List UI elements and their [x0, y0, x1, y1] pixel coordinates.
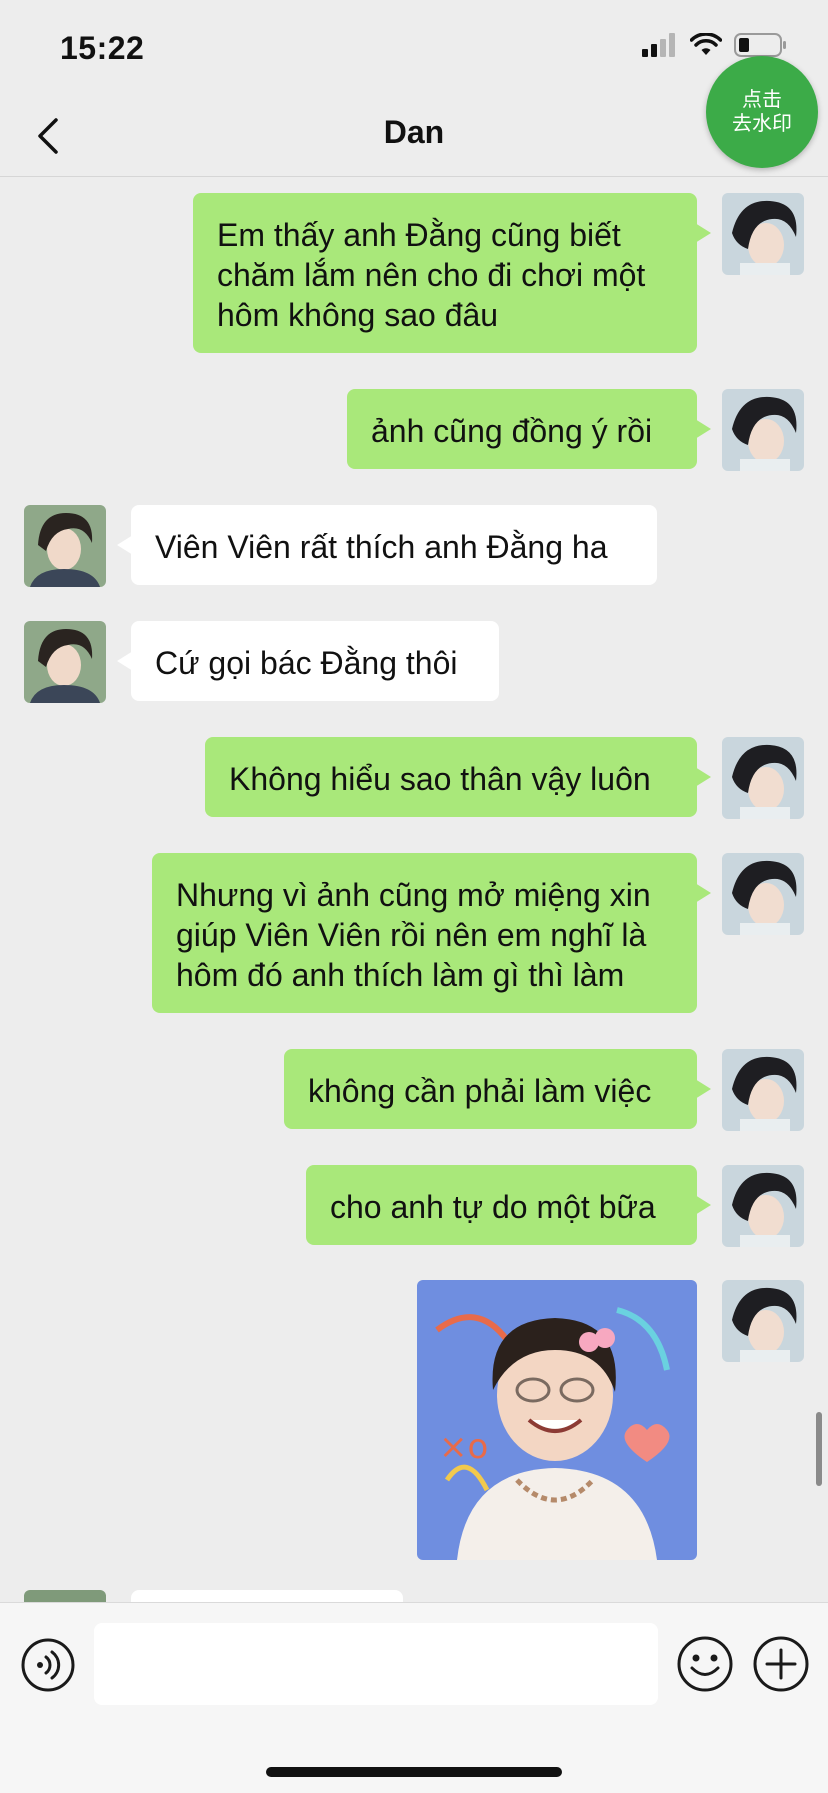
my-avatar[interactable] — [722, 193, 804, 275]
sent-message-bubble[interactable]: Không hiểu sao thân vậy luôn — [205, 737, 711, 817]
remove-watermark-label-line1: 点击 — [742, 89, 782, 111]
my-avatar[interactable] — [722, 1165, 804, 1247]
sent-message-bubble[interactable]: Nhưng vì ảnh cũng mở miệng xin giúp Viên… — [152, 853, 711, 1013]
contact-avatar[interactable] — [24, 621, 106, 703]
voice-input-icon[interactable] — [20, 1637, 76, 1693]
my-avatar[interactable] — [722, 853, 804, 935]
chat-header: Dan — [0, 96, 828, 177]
received-message-bubble[interactable]: Cứ gọi bác Đằng thôi — [117, 621, 499, 701]
contact-avatar[interactable] — [24, 505, 106, 587]
sent-message-bubble[interactable]: không cần phải làm việc — [284, 1049, 711, 1129]
sent-message-bubble[interactable]: ảnh cũng đồng ý rồi — [347, 389, 711, 469]
add-more-icon[interactable] — [752, 1635, 810, 1693]
message-input-bar — [0, 1602, 828, 1793]
home-indicator — [266, 1767, 562, 1777]
sent-message-bubble[interactable]: Em thấy anh Đằng cũng biết chăm lắm nên … — [193, 193, 711, 353]
battery-icon — [734, 33, 786, 57]
cellular-signal-icon — [642, 33, 675, 57]
scrollbar-thumb[interactable] — [816, 1412, 822, 1486]
sticker-image[interactable]: ×o — [417, 1280, 697, 1560]
my-avatar[interactable] — [722, 389, 804, 471]
svg-text:×o: ×o — [439, 1427, 488, 1467]
message-text-input[interactable] — [94, 1623, 658, 1705]
status-icons — [642, 32, 788, 58]
message-text: Nhưng vì ảnh cũng mở miệng xin giúp Viên… — [176, 877, 651, 993]
status-time: 15:22 — [60, 30, 145, 66]
chat-title: Dan — [383, 114, 445, 150]
message-text: Không hiểu sao thân vậy luôn — [229, 761, 651, 797]
message-text: Em thấy anh Đằng cũng biết chăm lắm nên … — [217, 217, 646, 333]
message-text: cho anh tự do một bữa — [330, 1189, 656, 1225]
my-avatar[interactable] — [722, 1280, 804, 1362]
message-text: Cứ gọi bác Đằng thôi — [155, 645, 458, 681]
sent-message-bubble[interactable]: cho anh tự do một bữa — [306, 1165, 711, 1245]
message-text: không cần phải làm việc — [308, 1073, 652, 1109]
wifi-icon — [690, 33, 722, 55]
message-text: ảnh cũng đồng ý rồi — [371, 413, 653, 449]
my-avatar[interactable] — [722, 737, 804, 819]
status-bar: 15:22 — [0, 0, 828, 96]
remove-watermark-button[interactable]: 点击 去水印 — [706, 56, 818, 168]
remove-watermark-label-line2: 去水印 — [732, 113, 792, 135]
my-avatar[interactable] — [722, 1049, 804, 1131]
emoji-icon[interactable] — [676, 1635, 734, 1693]
received-message-bubble[interactable]: Viên Viên rất thích anh Đằng ha — [117, 505, 657, 585]
message-text: Viên Viên rất thích anh Đằng ha — [155, 529, 608, 565]
